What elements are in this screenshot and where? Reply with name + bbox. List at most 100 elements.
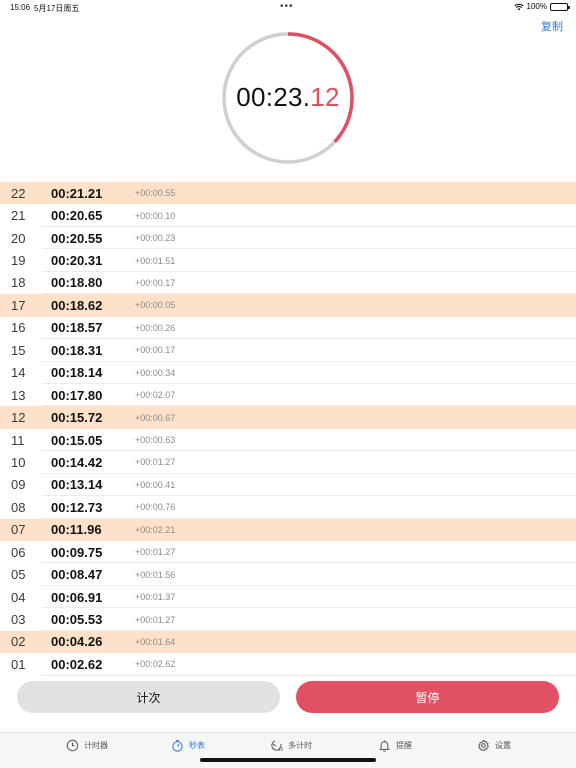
lap-number: 22 [11, 185, 26, 201]
lap-time: 00:18.57 [51, 320, 103, 336]
lap-row: 17 00:18.62 +00:00.05 [0, 294, 576, 317]
battery-icon [550, 2, 570, 11]
multitask-dots[interactable]: ••• [280, 1, 294, 12]
tab-label: 计时器 [84, 741, 108, 750]
lap-time: 00:05.53 [51, 612, 103, 628]
tab-settings[interactable]: 设置 [477, 739, 511, 752]
lap-number: 21 [11, 208, 26, 224]
lap-time: 00:06.91 [51, 589, 103, 605]
battery-percent: 100% [526, 2, 547, 11]
status-right: 100% [513, 2, 570, 11]
lap-row: 12 00:15.72 +00:00.67 [0, 406, 576, 429]
lap-number: 15 [11, 342, 26, 358]
tab-stopwatch[interactable]: 秒表 [171, 739, 205, 752]
lap-split: +00:00.10 [135, 210, 176, 221]
lap-number: 02 [11, 634, 26, 650]
status-time: 15:06 [10, 3, 31, 12]
lap-split: +00:01.51 [135, 255, 176, 266]
lap-split: +00:01.27 [135, 614, 176, 625]
lap-time: 00:15.72 [51, 410, 103, 426]
lap-number: 20 [11, 230, 26, 246]
lap-time: 00:14.42 [51, 454, 103, 470]
lap-row: 16 00:18.57 +00:00.26 [0, 317, 576, 340]
lap-row: 14 00:18.14 +00:00.34 [0, 362, 576, 385]
lap-number: 06 [11, 544, 26, 560]
lap-time: 00:18.14 [51, 365, 103, 381]
lap-split: +00:00.23 [135, 233, 176, 244]
lap-number: 07 [11, 522, 26, 538]
lap-number: 09 [11, 477, 26, 493]
tab-label: 秒表 [189, 741, 205, 750]
timer-dial: 00:23.12 [220, 30, 356, 166]
lap-split: +00:00.55 [135, 188, 176, 199]
lap-number: 08 [11, 499, 26, 515]
lap-row: 13 00:17.80 +00:02.07 [0, 384, 576, 407]
lap-time: 00:12.73 [51, 499, 103, 515]
lap-time: 00:20.31 [51, 253, 103, 269]
lap-split: +00:01.27 [135, 457, 176, 468]
lap-split: +00:01.27 [135, 547, 176, 558]
lap-time: 00:09.75 [51, 544, 103, 560]
lap-split: +00:00.17 [135, 277, 176, 288]
bell-icon [378, 740, 391, 752]
tab-reminder[interactable]: 提醒 [378, 739, 412, 752]
elapsed-centiseconds: 12 [310, 82, 340, 112]
lap-row: 01 00:02.62 +00:02.62 [0, 653, 576, 677]
lap-row: 08 00:12.73 +00:00.76 [0, 496, 576, 520]
elapsed-time: 00:23.12 [220, 82, 356, 113]
lap-number: 01 [11, 656, 26, 672]
lap-split: +00:00.17 [135, 345, 176, 356]
status-date: 5月17日周五 [34, 4, 80, 13]
gear-icon [478, 739, 489, 751]
lap-number: 03 [11, 612, 26, 628]
clock-icon [66, 739, 79, 752]
tab-bar: 计时器 秒表 10 多计时 提醒 设置 [0, 732, 576, 768]
lap-split: +00:01.64 [135, 636, 176, 647]
lap-split: +00:01.56 [135, 569, 176, 580]
tab-multi-timer[interactable]: 10 多计时 [270, 739, 312, 752]
lap-split: +00:00.63 [135, 435, 176, 446]
lap-time: 00:18.31 [51, 342, 103, 358]
lap-number: 05 [11, 567, 26, 583]
lap-number: 04 [11, 589, 26, 605]
lap-split: +00:01.37 [135, 592, 176, 603]
multi-timer-icon: 10 [271, 740, 283, 752]
lap-row: 21 00:20.65 +00:00.10 [0, 204, 576, 228]
lap-row: 02 00:04.26 +00:01.64 [0, 630, 576, 654]
lap-row: 22 00:21.21 +00:00.55 [0, 182, 576, 205]
lap-list[interactable]: 22 00:21.21 +00:00.55 21 00:20.65 +00:00.10 20… [0, 182, 576, 677]
lap-number: 18 [11, 275, 26, 291]
lap-number: 11 [11, 432, 25, 448]
lap-time: 00:15.05 [51, 432, 103, 448]
lap-button[interactable]: 计次 [17, 681, 280, 713]
lap-time: 00:18.62 [51, 297, 103, 313]
lap-number: 12 [11, 410, 26, 426]
lap-split: +00:00.76 [135, 502, 176, 513]
svg-text:10: 10 [278, 747, 283, 752]
lap-row: 10 00:14.42 +00:01.27 [0, 451, 576, 475]
lap-row: 15 00:18.31 +00:00.17 [0, 339, 576, 362]
lap-split: +00:02.21 [135, 524, 176, 535]
lap-row: 06 00:09.75 +00:01.27 [0, 541, 576, 564]
lap-time: 00:20.65 [51, 208, 103, 224]
lap-time: 00:11.96 [51, 522, 102, 538]
lap-time: 00:08.47 [51, 567, 103, 583]
lap-time: 00:18.80 [51, 275, 103, 291]
lap-row: 19 00:20.31 +00:01.51 [0, 249, 576, 273]
lap-split: +00:02.07 [135, 390, 176, 401]
lap-split: +00:00.41 [135, 479, 176, 490]
lap-time: 00:02.62 [51, 656, 103, 672]
lap-split: +00:00.26 [135, 322, 176, 333]
tab-label: 设置 [495, 741, 511, 750]
lap-number: 13 [11, 387, 26, 403]
tab-label: 提醒 [396, 741, 412, 750]
elapsed-main: 00:23. [236, 82, 311, 112]
lap-split: +00:00.34 [135, 367, 176, 378]
lap-number: 16 [11, 320, 26, 336]
pause-button[interactable]: 暂停 [296, 681, 559, 713]
lap-row: 20 00:20.55 +00:00.23 [0, 227, 576, 250]
lap-split: +00:00.67 [135, 412, 176, 423]
tab-timer[interactable]: 计时器 [66, 739, 108, 752]
copy-button[interactable]: 复制 [541, 18, 563, 34]
lap-number: 19 [11, 253, 26, 269]
